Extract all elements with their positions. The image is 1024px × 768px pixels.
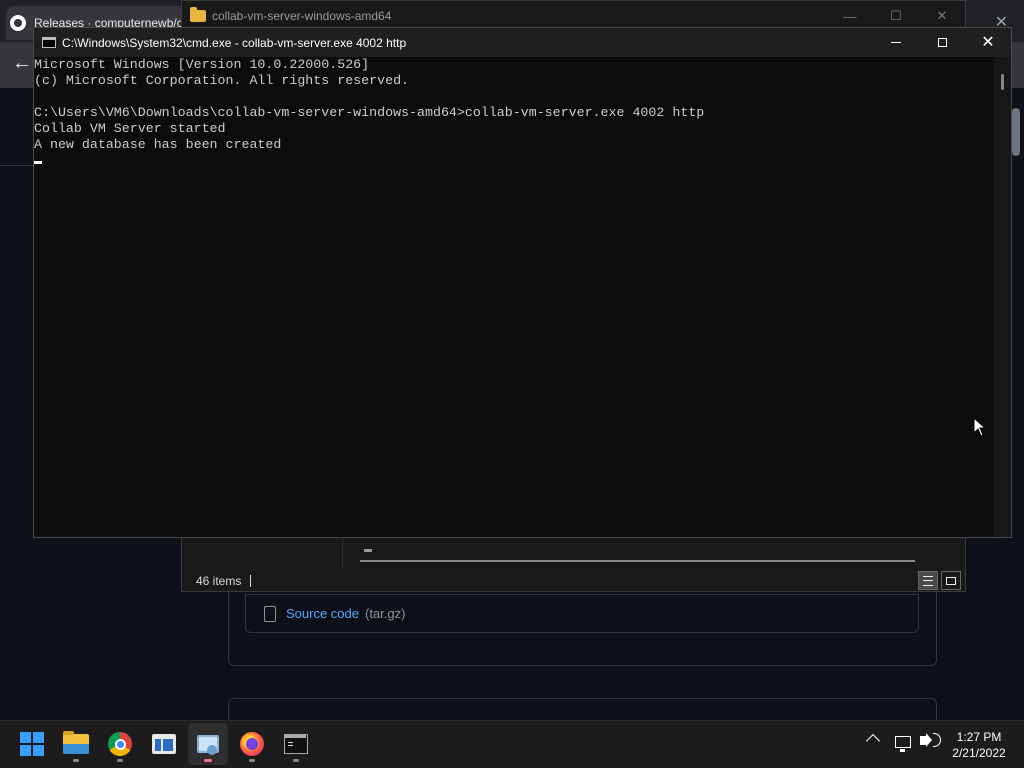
console-line: Microsoft Windows [Version 10.0.22000.52…	[34, 57, 370, 72]
details-view-button[interactable]	[918, 571, 938, 590]
source-code-link[interactable]: Source code	[286, 606, 359, 621]
command-prompt-icon	[284, 734, 308, 754]
network-icon[interactable]	[895, 736, 911, 752]
running-indicator	[249, 759, 255, 762]
start-button[interactable]	[12, 723, 52, 765]
mouse-pointer-icon	[973, 417, 987, 437]
file-row-fragment	[364, 549, 372, 552]
maximize-icon	[937, 38, 947, 47]
cmd-window-controls: ✕	[873, 28, 1011, 57]
taskbar-window-app[interactable]	[144, 723, 184, 765]
zip-file-icon	[264, 605, 276, 622]
cmd-minimize-button[interactable]	[873, 28, 919, 57]
console-line: (c) Microsoft Corporation. All rights re…	[34, 73, 410, 88]
console-line: A new database has been created	[34, 137, 282, 152]
volume-icon[interactable]	[920, 733, 932, 747]
taskbar-clock[interactable]: 1:27 PM 2/21/2022	[946, 729, 1012, 761]
close-icon: ✕	[981, 33, 995, 51]
folder-icon	[190, 7, 206, 22]
running-indicator	[204, 759, 212, 762]
cmd-window: C:\Windows\System32\cmd.exe - collab-vm-…	[33, 27, 1012, 538]
taskbar-command-prompt[interactable]	[276, 723, 316, 765]
clock-time: 1:27 PM	[956, 730, 1002, 744]
horizontal-scrollbar[interactable]	[360, 560, 915, 562]
taskbar-firefox[interactable]	[232, 723, 272, 765]
explorer-status-bar: 46 items	[182, 569, 965, 592]
status-separator	[250, 574, 252, 587]
cmd-icon	[42, 37, 56, 48]
running-indicator	[117, 759, 123, 762]
cmd-close-button[interactable]: ✕	[965, 28, 1011, 57]
item-count: 46 items	[196, 573, 242, 588]
details-view-icon	[923, 575, 933, 586]
show-hidden-icons-chevron-icon[interactable]	[865, 733, 881, 749]
cmd-scroll-thumb[interactable]	[1001, 74, 1004, 90]
nav-pane-divider[interactable]	[342, 539, 343, 569]
file-explorer-icon	[63, 731, 89, 754]
running-indicator	[293, 759, 299, 762]
clock-date: 2/21/2022	[952, 746, 1006, 760]
page-scrollbar[interactable]	[1012, 108, 1020, 156]
cmd-titlebar[interactable]: C:\Windows\System32\cmd.exe - collab-vm-…	[34, 28, 1011, 57]
cmd-maximize-button[interactable]	[919, 28, 965, 57]
asset-extension: (tar.gz)	[365, 606, 406, 621]
console-line: Collab VM Server started	[34, 121, 226, 136]
firefox-icon	[240, 732, 264, 756]
back-arrow-icon[interactable]: ←	[12, 52, 32, 75]
windows-start-icon	[20, 732, 44, 756]
asset-row-source-code[interactable]: Source code (tar.gz)	[245, 594, 919, 633]
taskbar-file-explorer[interactable]	[56, 723, 96, 765]
taskbar: 1:27 PM 2/21/2022	[0, 720, 1024, 768]
explorer-title: collab-vm-server-windows-amd64	[212, 9, 392, 23]
cmd-title: C:\Windows\System32\cmd.exe - collab-vm-…	[62, 35, 407, 50]
page-divider	[0, 165, 36, 166]
remote-desktop-icon	[197, 735, 219, 755]
text-cursor	[34, 161, 42, 164]
taskbar-remote-desktop[interactable]	[188, 723, 228, 765]
console-line: C:\Users\VM6\Downloads\collab-vm-server-…	[34, 105, 705, 120]
github-icon	[10, 15, 26, 31]
large-icons-view-button[interactable]	[941, 571, 961, 590]
console-output[interactable]: Microsoft Windows [Version 10.0.22000.52…	[34, 57, 994, 537]
large-icons-view-icon	[946, 576, 956, 585]
cmd-scrollbar[interactable]	[994, 57, 1011, 537]
running-indicator	[73, 759, 79, 762]
volume-waves-icon	[933, 733, 941, 747]
app-window-icon	[152, 734, 176, 754]
taskbar-chrome[interactable]	[100, 723, 140, 765]
chrome-icon	[108, 732, 132, 756]
minimize-icon	[891, 42, 901, 43]
